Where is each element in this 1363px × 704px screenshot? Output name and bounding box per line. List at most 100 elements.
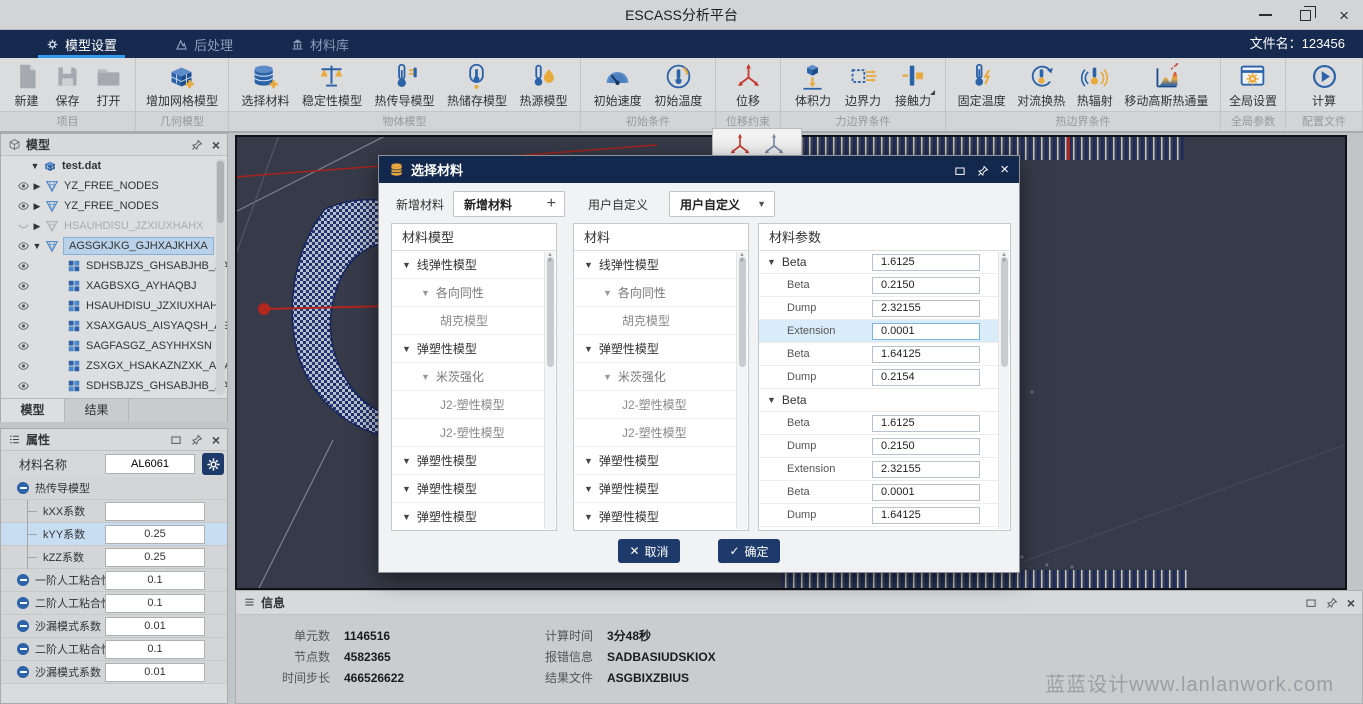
- param-value-input[interactable]: 0.0001: [872, 323, 980, 340]
- collapse-icon[interactable]: [17, 643, 29, 655]
- tree-item[interactable]: XAGBSXG_AYHAQBJ: [1, 276, 227, 296]
- minimize-icon[interactable]: [1259, 14, 1272, 16]
- ribbon-button-thermal-storage-model[interactable]: 热储存模型: [447, 60, 507, 109]
- param-value-input[interactable]: 1.6125: [872, 254, 980, 271]
- ribbon-button-initial-temperature[interactable]: 初始温度: [654, 60, 702, 109]
- expander-icon[interactable]: ▶: [31, 181, 43, 192]
- material-item[interactable]: 胡克模型: [574, 307, 748, 335]
- new-material-input[interactable]: [454, 197, 540, 211]
- material-model-item[interactable]: ▼线弹性模型: [392, 251, 556, 279]
- panel-tab-inactive[interactable]: 结果: [65, 399, 129, 422]
- material-item[interactable]: ▼弹塑性模型: [574, 503, 748, 531]
- close-icon[interactable]: ×: [212, 434, 220, 446]
- material-model-item[interactable]: ▼弹塑性模型: [392, 503, 556, 531]
- param-value-input[interactable]: 0.2154: [872, 369, 980, 386]
- property-row[interactable]: 二阶人工粘合性0.1: [1, 638, 227, 661]
- material-model-item[interactable]: ▼各向同性: [392, 279, 556, 307]
- ribbon-button-select-material[interactable]: 选择材料: [241, 60, 289, 109]
- ribbon-button-new[interactable]: 新建: [12, 60, 41, 109]
- close-icon[interactable]: ×: [212, 139, 220, 151]
- custom-select[interactable]: 用户自定义 ▼: [669, 191, 775, 217]
- param-value-input[interactable]: 0.2150: [872, 277, 980, 294]
- pin-icon[interactable]: [977, 164, 989, 176]
- ribbon-button-displacement[interactable]: 位移: [734, 60, 763, 109]
- tab-material-library[interactable]: 材料库: [279, 30, 361, 58]
- tree-item[interactable]: HSAUHDISU_JZXIUXHAHX: [1, 296, 227, 316]
- material-model-item[interactable]: 胡克模型: [392, 307, 556, 335]
- material-item[interactable]: ▼米茨强化: [574, 363, 748, 391]
- property-row[interactable]: 二阶人工粘合性0.1: [1, 592, 227, 615]
- ribbon-button-moving-gauss-flux[interactable]: 移动高斯热通量: [1124, 60, 1208, 109]
- ribbon-button-open[interactable]: 打开: [94, 60, 123, 109]
- param-value-input[interactable]: 0.2150: [872, 438, 980, 455]
- tree-item[interactable]: SDHSBJZS_GHSABJHB_ZAHU: [1, 256, 227, 276]
- add-material-icon[interactable]: +: [547, 195, 556, 213]
- ribbon-button-stability-model[interactable]: 稳定性模型: [302, 60, 362, 109]
- param-row[interactable]: Dump0.2150: [759, 435, 1010, 458]
- restore-icon[interactable]: [1300, 10, 1311, 21]
- material-model-item[interactable]: ▼米茨强化: [392, 363, 556, 391]
- material-item[interactable]: ▼线弹性模型: [574, 251, 748, 279]
- property-value-input[interactable]: 0.25: [105, 525, 205, 544]
- tree-item[interactable]: ZSXGX_HSAKAZNZXK_AHASX: [1, 356, 227, 376]
- property-value-input[interactable]: 0.01: [105, 617, 205, 636]
- param-row[interactable]: ▼Beta: [759, 389, 1010, 412]
- ribbon-button-compute[interactable]: 计算: [1310, 60, 1339, 109]
- tab-post-process[interactable]: 后处理: [163, 30, 245, 58]
- param-row[interactable]: Beta0.0001: [759, 481, 1010, 504]
- tab-model-settings[interactable]: 模型设置: [34, 30, 129, 58]
- tree-item[interactable]: XSAXGAUS_AISYAQSH_ASHX: [1, 316, 227, 336]
- property-value-input[interactable]: 0.01: [105, 663, 205, 682]
- pin-icon[interactable]: [1326, 597, 1338, 609]
- collapse-icon[interactable]: [17, 620, 29, 632]
- param-value-input[interactable]: 1.6125: [872, 415, 980, 432]
- close-icon[interactable]: ×: [1000, 163, 1009, 176]
- scrollbar[interactable]: [998, 252, 1009, 529]
- param-row[interactable]: Extension2.32155: [759, 458, 1010, 481]
- scrollbar[interactable]: [736, 252, 747, 529]
- material-settings-button[interactable]: [202, 453, 224, 475]
- ribbon-button-contact-force[interactable]: 接触力: [895, 60, 931, 109]
- property-value-input[interactable]: 0.1: [105, 640, 205, 659]
- expander-icon[interactable]: ▶: [31, 221, 43, 232]
- panel-tab-active[interactable]: 模型: [1, 399, 65, 422]
- expander-icon[interactable]: ▼: [29, 161, 41, 171]
- param-row[interactable]: Beta0.2150: [759, 274, 1010, 297]
- collapse-icon[interactable]: [17, 574, 29, 586]
- param-row[interactable]: Dump2.32155: [759, 297, 1010, 320]
- property-value-input[interactable]: 0.25: [105, 548, 205, 567]
- collapse-icon[interactable]: [17, 597, 29, 609]
- collapse-icon[interactable]: [17, 482, 29, 494]
- param-row[interactable]: Beta1.6125: [759, 412, 1010, 435]
- material-item[interactable]: ▼弹塑性模型: [574, 447, 748, 475]
- ribbon-button-convection[interactable]: 对流换热: [1017, 60, 1065, 109]
- param-value-input[interactable]: 2.32155: [872, 300, 980, 317]
- ribbon-button-radiation[interactable]: 热辐射: [1077, 60, 1113, 109]
- scrollbar[interactable]: [544, 252, 555, 529]
- close-icon[interactable]: ×: [1339, 7, 1349, 24]
- material-model-item[interactable]: ▼弹塑性模型: [392, 475, 556, 503]
- tree-item[interactable]: ▼test.dat: [1, 156, 227, 176]
- ribbon-button-add-mesh-model[interactable]: 增加网格模型: [146, 60, 218, 109]
- material-model-item[interactable]: J2-塑性模型: [392, 419, 556, 447]
- property-row[interactable]: 沙漏模式系数0.01: [1, 661, 227, 684]
- restore-icon[interactable]: [954, 164, 966, 176]
- tree-item[interactable]: SDHSBJZS_GHSABJHB_ZAHU: [1, 376, 227, 396]
- tree-scrollbar[interactable]: [216, 159, 225, 395]
- pin-icon[interactable]: [191, 434, 203, 446]
- property-value-input[interactable]: [105, 502, 205, 521]
- ribbon-button-boundary-force[interactable]: 边界力: [845, 60, 881, 109]
- param-row[interactable]: Extension0.0001: [759, 320, 1010, 343]
- tree-item[interactable]: ▶HSAUHDISU_JZXIUXHAHX: [1, 216, 227, 236]
- property-row[interactable]: kYY系数0.25: [1, 523, 227, 546]
- ribbon-button-initial-velocity[interactable]: 初始速度: [594, 60, 642, 109]
- param-row[interactable]: Dump1.64125: [759, 504, 1010, 527]
- expander-icon[interactable]: ▶: [31, 201, 43, 212]
- param-value-input[interactable]: 1.64125: [872, 507, 980, 524]
- ribbon-button-save[interactable]: 保存: [53, 60, 82, 109]
- material-item[interactable]: ▼各向同性: [574, 279, 748, 307]
- material-item[interactable]: ▼弹塑性模型: [574, 475, 748, 503]
- ribbon-button-heat-source-model[interactable]: 热源模型: [519, 60, 567, 109]
- cancel-button[interactable]: ✕ 取消: [618, 539, 680, 563]
- material-item[interactable]: J2-塑性模型: [574, 419, 748, 447]
